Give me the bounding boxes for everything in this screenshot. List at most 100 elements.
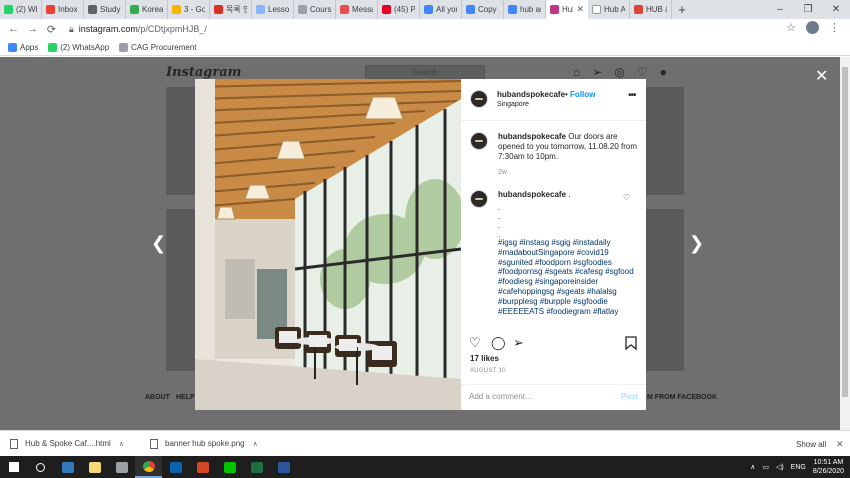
browser-tab[interactable]: Course xyxy=(294,0,336,19)
caption-time[interactable]: 2w xyxy=(498,169,507,176)
taskbar-file-explorer-button[interactable] xyxy=(81,456,108,478)
taskbar-vpn-button[interactable] xyxy=(108,456,135,478)
instagram-logo[interactable]: Instagram xyxy=(166,65,241,80)
browser-tab[interactable]: Study T xyxy=(84,0,126,19)
chevron-up-icon[interactable]: ∧ xyxy=(119,440,124,448)
bookmark-item[interactable]: (2) WhatsApp xyxy=(48,42,110,52)
bookmark-item[interactable]: CAG Procurement xyxy=(119,42,197,52)
bookmark-label: (2) WhatsApp xyxy=(60,42,110,52)
bookmark-item[interactable]: Apps xyxy=(8,42,38,52)
post-date[interactable]: AUGUST 10 xyxy=(470,368,506,374)
grid-thumbnail[interactable] xyxy=(646,87,684,195)
vpn-icon xyxy=(115,461,128,473)
activity-heart-icon[interactable]: ♡ xyxy=(637,65,648,79)
taskbar-line-button[interactable] xyxy=(216,456,243,478)
browser-tab[interactable]: (45) Pin xyxy=(378,0,420,19)
post-image[interactable] xyxy=(195,79,461,410)
comment-avatar[interactable] xyxy=(470,190,488,208)
forward-arrow-icon[interactable]: → xyxy=(23,23,42,35)
browser-tab[interactable]: All you xyxy=(420,0,462,19)
browser-tab[interactable]: Korean xyxy=(126,0,168,19)
home-icon[interactable]: ⌂ xyxy=(573,65,580,79)
download-item[interactable]: Hub & Spoke Caf....html ∧ xyxy=(0,438,140,449)
grid-thumbnail[interactable] xyxy=(166,87,196,195)
comment-input[interactable]: Add a comment… xyxy=(469,392,533,401)
grid-thumbnail[interactable] xyxy=(646,209,684,371)
save-bookmark-icon[interactable] xyxy=(625,336,637,350)
back-arrow-icon[interactable]: ← xyxy=(4,23,23,35)
profile-avatar[interactable] xyxy=(806,21,819,34)
browser-tab[interactable]: 목록 인 xyxy=(210,0,252,19)
author-avatar[interactable] xyxy=(470,90,488,108)
browser-tab[interactable]: Copy of xyxy=(462,0,504,19)
search-icon xyxy=(36,462,45,472)
network-icon[interactable]: ▭ xyxy=(762,463,769,471)
maximize-button[interactable]: ❐ xyxy=(794,0,822,19)
browser-tab[interactable]: 3 - Goo xyxy=(168,0,210,19)
likes-count[interactable]: 17 likes xyxy=(470,354,499,363)
tab-title: (45) Pin xyxy=(394,5,415,14)
close-tab-icon[interactable]: ✕ xyxy=(576,4,584,15)
post-location[interactable]: Singapore xyxy=(497,101,529,108)
comment-username[interactable]: hubandspokecafe xyxy=(498,190,566,199)
caption-username[interactable]: hubandspokecafe xyxy=(498,132,566,141)
close-modal-icon[interactable]: ✕ xyxy=(815,66,828,86)
browser-tab[interactable]: HUB & xyxy=(630,0,672,19)
minimize-button[interactable]: – xyxy=(766,0,794,19)
lock-icon[interactable]: 🔒︎ xyxy=(69,24,74,35)
caption-avatar[interactable] xyxy=(470,132,488,150)
tray-chevron-icon[interactable]: ∧ xyxy=(750,463,755,471)
scrollbar-thumb[interactable] xyxy=(842,67,848,397)
show-all-button[interactable]: Show all xyxy=(796,440,826,449)
grid-thumbnail[interactable] xyxy=(166,209,196,371)
new-tab-button[interactable]: + xyxy=(672,2,692,17)
taskbar-chrome-button[interactable] xyxy=(135,456,162,478)
taskbar-edge-button[interactable] xyxy=(54,456,81,478)
bookmark-icon xyxy=(8,42,17,52)
reload-icon[interactable]: ⟳ xyxy=(42,23,61,36)
author-username[interactable]: hubandspokecafe xyxy=(497,90,565,99)
taskbar-outlook-button[interactable] xyxy=(162,456,189,478)
like-heart-icon[interactable]: ♡ xyxy=(469,335,481,351)
hashtags[interactable]: #igsg #instasg #sgig #instadaily #madabo… xyxy=(498,238,638,316)
clock[interactable]: 10:51 AM 8/26/2020 xyxy=(813,458,844,476)
direct-icon[interactable]: ➢ xyxy=(592,65,602,79)
taskbar-search-button[interactable] xyxy=(27,456,54,478)
browser-tab[interactable]: (2) Wha xyxy=(0,0,42,19)
comment-like-heart-icon[interactable]: ♡ xyxy=(623,193,630,202)
browser-tab[interactable]: Inbox - xyxy=(42,0,84,19)
close-window-button[interactable]: ✕ xyxy=(822,0,850,19)
taskbar-excel-button[interactable] xyxy=(243,456,270,478)
more-options-icon[interactable]: ••• xyxy=(628,90,636,101)
follow-button[interactable]: • Follow xyxy=(565,90,595,99)
footer-link-about[interactable]: ABOUT xyxy=(145,394,170,401)
next-post-arrow-icon[interactable]: ❯ xyxy=(689,233,704,254)
share-icon[interactable]: ➢ xyxy=(513,335,524,351)
bookmark-star-icon[interactable]: ☆ xyxy=(786,21,796,34)
comment-bubble-icon[interactable]: ◯ xyxy=(491,335,506,351)
post-details-panel: hubandspokecafe • Follow Singapore ••• h… xyxy=(461,79,646,410)
footer-from-facebook: M FROM FACEBOOK xyxy=(647,394,717,401)
previous-post-arrow-icon[interactable]: ❮ xyxy=(151,233,166,254)
browser-tab[interactable]: Hub✕ xyxy=(546,0,588,19)
post-comment-button[interactable]: Post xyxy=(621,392,638,401)
browser-tab[interactable]: Messag xyxy=(336,0,378,19)
profile-icon[interactable]: ● xyxy=(660,65,667,79)
tab-favicon-icon xyxy=(382,5,391,14)
language-indicator[interactable]: ENG xyxy=(791,464,806,471)
chevron-up-icon[interactable]: ∧ xyxy=(253,440,258,448)
chrome-menu-icon[interactable]: ⋮ xyxy=(829,21,840,34)
taskbar-powerpoint-button[interactable] xyxy=(189,456,216,478)
volume-icon[interactable]: ◁) xyxy=(776,463,784,471)
footer-link-help[interactable]: HELP xyxy=(176,394,195,401)
browser-tab[interactable]: hub an xyxy=(504,0,546,19)
browser-tab[interactable]: Lesson xyxy=(252,0,294,19)
taskbar-windows-start-button[interactable] xyxy=(0,456,27,478)
download-item[interactable]: banner hub spoke.png ∧ xyxy=(140,438,280,449)
explore-icon[interactable]: ◎ xyxy=(614,65,624,79)
browser-tab[interactable]: Hub An xyxy=(588,0,630,19)
page-scrollbar[interactable] xyxy=(840,57,850,430)
url-field[interactable]: instagram.com/p/CDtjxpmHJB_/ xyxy=(79,24,207,34)
taskbar-word-button[interactable] xyxy=(270,456,297,478)
close-downloads-icon[interactable]: ✕ xyxy=(836,439,844,450)
